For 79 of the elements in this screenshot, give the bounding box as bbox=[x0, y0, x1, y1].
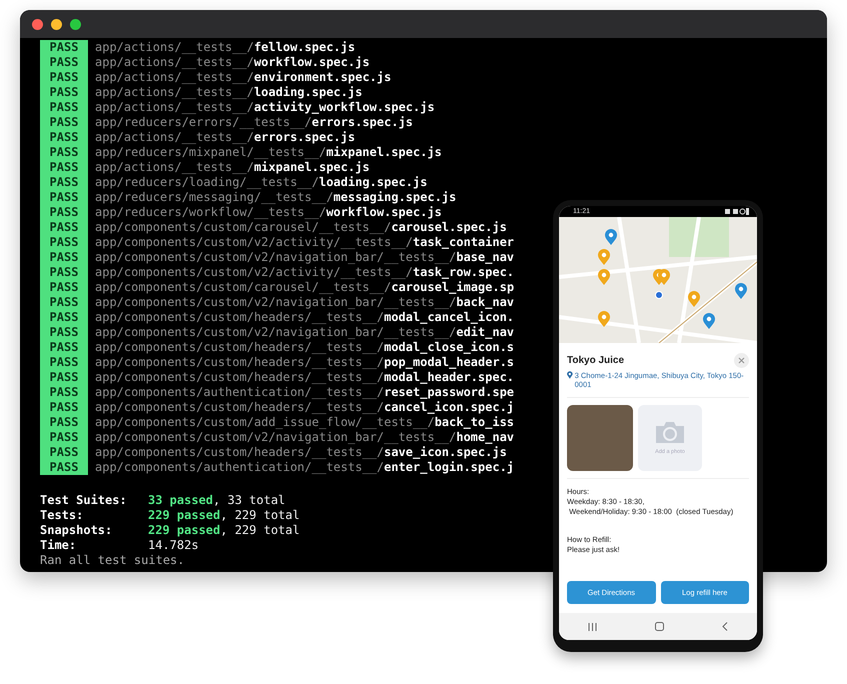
summary-value: 14.782s bbox=[148, 538, 199, 553]
summary-label: Time: bbox=[40, 538, 78, 553]
test-file-path: app/components/custom/headers/__tests__/pop_modal_header.s bbox=[94, 355, 514, 370]
test-file-path: app/components/custom/headers/__tests__/modal_cancel_icon. bbox=[94, 310, 514, 325]
location-pin-icon bbox=[567, 371, 573, 379]
pass-badge: PASS bbox=[40, 40, 88, 55]
test-file-path: app/reducers/mixpanel/__tests__/mixpanel.spec.js bbox=[94, 145, 442, 160]
summary-value: 229 passed, 229 total bbox=[148, 508, 300, 523]
test-file-path: app/components/custom/add_issue_flow/__tests__/back_to_iss bbox=[94, 415, 514, 430]
pass-badge: PASS bbox=[40, 205, 88, 220]
pass-badge: PASS bbox=[40, 355, 88, 370]
test-file-path: app/components/custom/headers/__tests__/cancel_icon.spec.j bbox=[94, 400, 514, 415]
pass-badge: PASS bbox=[40, 115, 88, 130]
pass-badge: PASS bbox=[40, 235, 88, 250]
summary-label: Snapshots: bbox=[40, 523, 114, 538]
test-file-path: app/actions/__tests__/mixpanel.spec.js bbox=[94, 160, 370, 175]
pass-badge: PASS bbox=[40, 415, 88, 430]
pass-badge: PASS bbox=[40, 445, 88, 460]
test-file-path: app/actions/__tests__/fellow.spec.js bbox=[94, 40, 356, 55]
home-icon[interactable] bbox=[655, 622, 664, 631]
pass-badge: PASS bbox=[40, 310, 88, 325]
test-file-path: app/actions/__tests__/loading.spec.js bbox=[94, 85, 362, 100]
pass-badge: PASS bbox=[40, 460, 88, 475]
pass-badge: PASS bbox=[40, 340, 88, 355]
test-file-path: app/components/custom/v2/navigation_bar/__tests__/home_nav bbox=[94, 430, 514, 445]
test-file-path: app/actions/__tests__/errors.spec.js bbox=[94, 130, 356, 145]
minimize-window-button[interactable] bbox=[51, 18, 62, 30]
pass-badge: PASS bbox=[40, 175, 88, 190]
test-file-path: app/components/custom/v2/activity/__tests__/task_row.spec. bbox=[94, 265, 514, 280]
summary-label: Tests: bbox=[40, 508, 84, 523]
test-file-path: app/components/authentication/__tests__/reset_password.spe bbox=[94, 385, 514, 400]
pass-badge: PASS bbox=[40, 160, 88, 175]
test-file-path: app/components/custom/headers/__tests__/save_icon.spec.js bbox=[94, 445, 507, 460]
pass-badge: PASS bbox=[40, 430, 88, 445]
close-button[interactable] bbox=[734, 353, 749, 368]
test-file-path: app/reducers/workflow/__tests__/workflow.spec.js bbox=[94, 205, 442, 220]
pass-badge: PASS bbox=[40, 130, 88, 145]
pass-badge: PASS bbox=[40, 370, 88, 385]
test-file-path: app/components/authentication/__tests__/enter_login.spec.j bbox=[94, 460, 514, 475]
pass-badge: PASS bbox=[40, 55, 88, 70]
test-file-path: app/components/custom/v2/navigation_bar/__tests__/base_nav bbox=[94, 250, 514, 265]
close-icon bbox=[738, 357, 745, 364]
place-name: Tokyo Juice bbox=[567, 355, 624, 366]
summary-value: 229 passed, 229 total bbox=[148, 523, 300, 538]
pass-badge: PASS bbox=[40, 100, 88, 115]
test-file-path: app/components/custom/carousel/__tests__/carousel.spec.js bbox=[94, 220, 507, 235]
pass-badge: PASS bbox=[40, 85, 88, 100]
test-file-path: app/reducers/loading/__tests__/loading.spec.js bbox=[94, 175, 428, 190]
status-icons bbox=[725, 208, 749, 215]
pass-badge: PASS bbox=[40, 265, 88, 280]
test-file-path: app/reducers/messaging/__tests__/messaging.spec.js bbox=[94, 190, 456, 205]
test-file-path: app/components/custom/headers/__tests__/modal_close_icon.s bbox=[94, 340, 514, 355]
summary-label: Test Suites: bbox=[40, 493, 128, 508]
test-file-path: app/reducers/errors/__tests__/errors.spec.js bbox=[94, 115, 413, 130]
test-file-path: app/actions/__tests__/workflow.spec.js bbox=[94, 55, 370, 70]
test-file-path: app/components/custom/v2/activity/__tests__/task_container bbox=[94, 235, 514, 250]
pass-badge: PASS bbox=[40, 250, 88, 265]
pass-badge: PASS bbox=[40, 145, 88, 160]
pass-badge: PASS bbox=[40, 220, 88, 235]
pass-badge: PASS bbox=[40, 295, 88, 310]
test-file-path: app/components/custom/headers/__tests__/modal_header.spec. bbox=[94, 370, 514, 385]
pass-badge: PASS bbox=[40, 325, 88, 340]
test-file-path: app/actions/__tests__/environment.spec.js bbox=[94, 70, 392, 85]
back-icon[interactable] bbox=[722, 622, 728, 631]
summary-value: 33 passed, 33 total bbox=[148, 493, 286, 508]
camera-icon bbox=[656, 421, 684, 443]
summary-footer: Ran all test suites. bbox=[40, 553, 827, 568]
test-file-path: app/actions/__tests__/activity_workflow.spec.js bbox=[94, 100, 435, 115]
pass-badge: PASS bbox=[40, 280, 88, 295]
pass-badge: PASS bbox=[40, 385, 88, 400]
test-file-path: app/components/custom/v2/navigation_bar/__tests__/edit_nav bbox=[94, 325, 514, 340]
pass-badge: PASS bbox=[40, 400, 88, 415]
recent-apps-icon[interactable] bbox=[588, 622, 597, 630]
pass-badge: PASS bbox=[40, 70, 88, 85]
test-file-path: app/components/custom/carousel/__tests__/carousel_image.sp bbox=[94, 280, 514, 295]
pass-badge: PASS bbox=[40, 190, 88, 205]
close-window-button[interactable] bbox=[32, 18, 43, 30]
zoom-window-button[interactable] bbox=[70, 18, 81, 30]
test-file-path: app/components/custom/v2/navigation_bar/__tests__/back_nav bbox=[94, 295, 514, 310]
